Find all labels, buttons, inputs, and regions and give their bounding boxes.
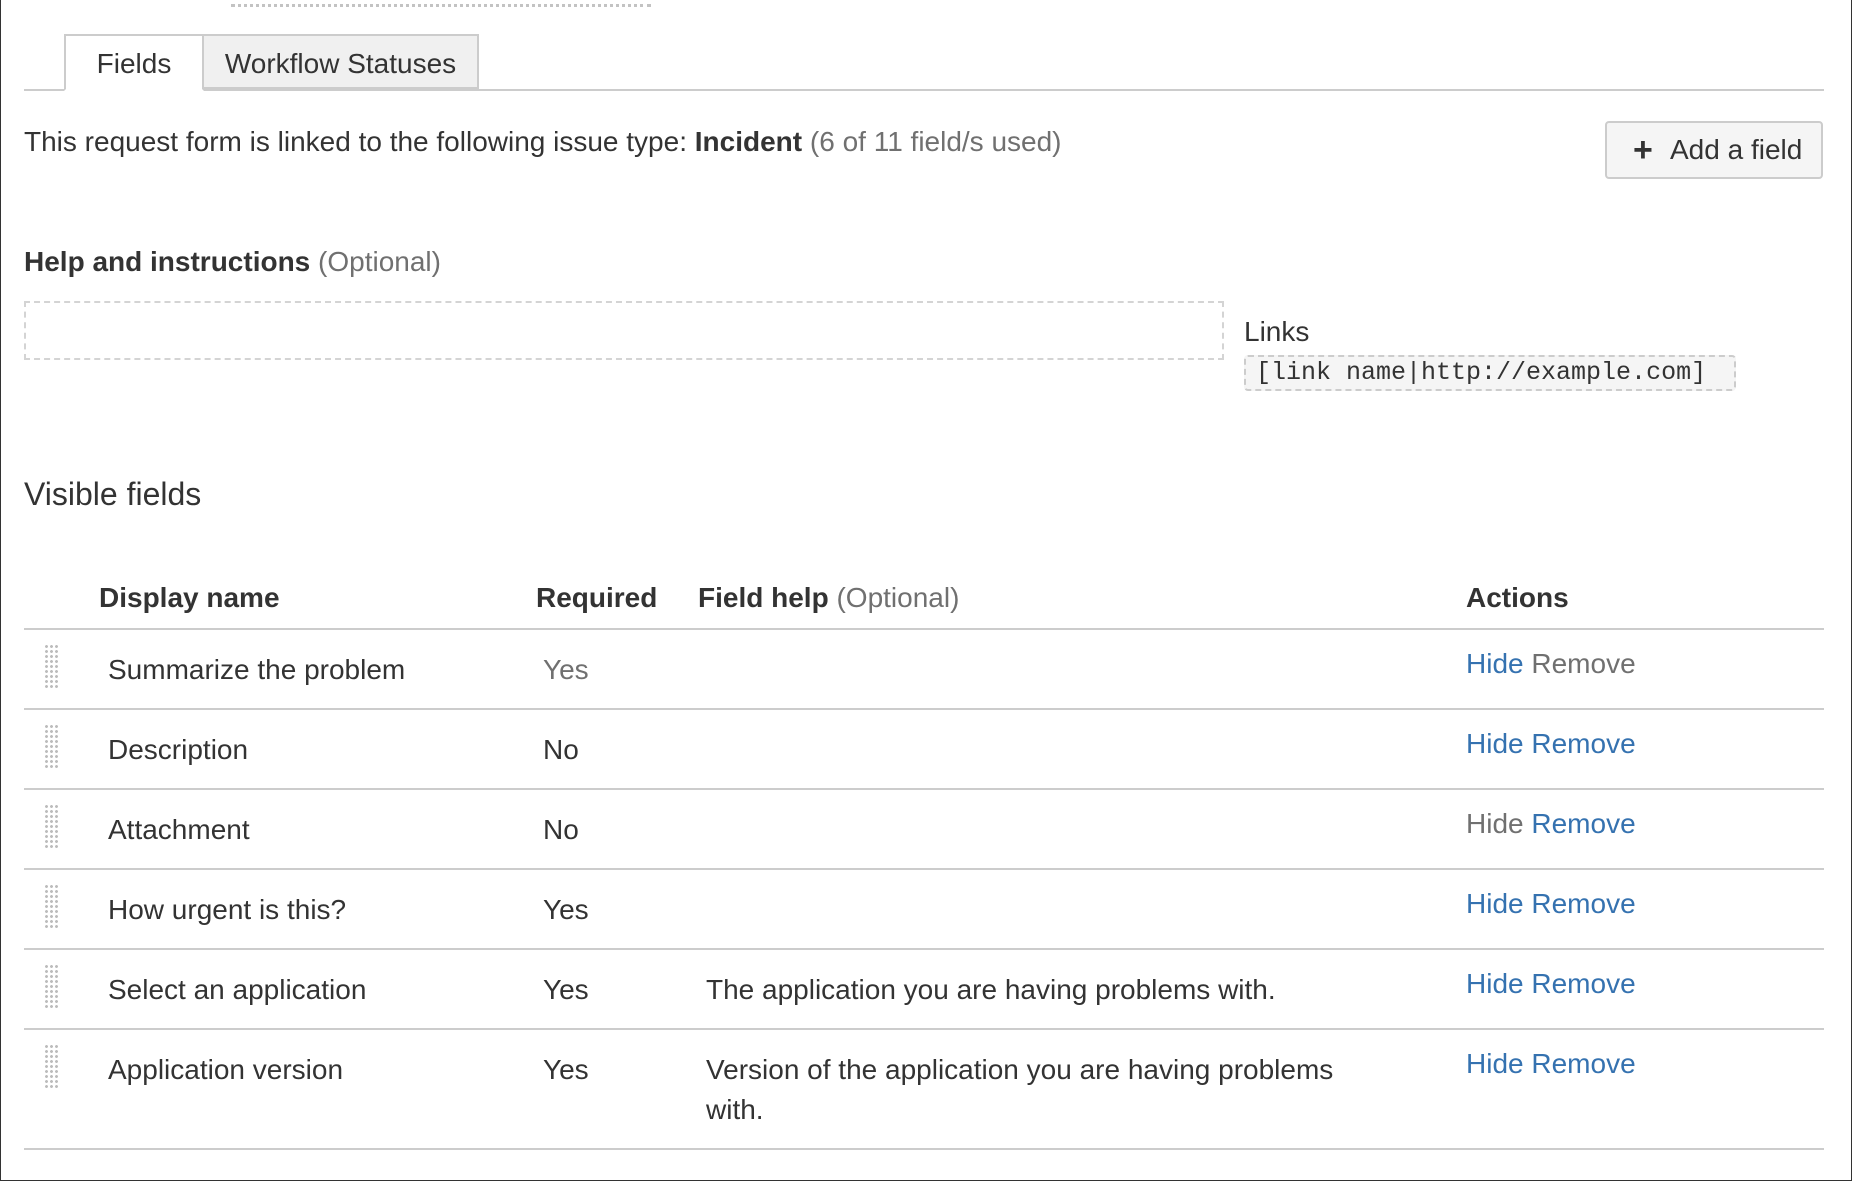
remove-link: Remove xyxy=(1531,648,1636,679)
hide-link[interactable]: Hide xyxy=(1466,648,1524,679)
remove-link[interactable]: Remove xyxy=(1531,888,1635,919)
issue-type-summary: This request form is linked to the follo… xyxy=(24,122,1062,162)
table-row: How urgent is this? Yes Hide Remove xyxy=(24,870,1824,950)
add-field-label: Add a field xyxy=(1670,134,1803,165)
intro-prefix: This request form is linked to the follo… xyxy=(24,126,695,157)
drag-handle-icon[interactable] xyxy=(44,804,58,850)
field-display-name: Attachment xyxy=(108,814,250,845)
col-display-name: Display name xyxy=(99,582,280,613)
field-help-text[interactable]: The application you are having problems … xyxy=(706,970,1366,1010)
hide-link[interactable]: Hide xyxy=(1466,728,1524,759)
field-display-name: Application version xyxy=(108,1054,344,1085)
row-actions: Hide Remove xyxy=(1466,884,1636,924)
field-display-name: How urgent is this? xyxy=(108,894,347,925)
links-title: Links xyxy=(1244,316,1310,347)
table-row: Attachment No Hide Remove xyxy=(24,790,1824,870)
field-display-name: Description xyxy=(108,734,249,765)
row-actions: Hide Remove xyxy=(1466,964,1636,1004)
hide-link: Hide xyxy=(1466,808,1524,839)
row-actions: Hide Remove xyxy=(1466,724,1636,764)
visible-fields-heading: Visible fields xyxy=(24,476,202,512)
drag-handle-icon[interactable] xyxy=(44,724,58,770)
table-row: Select an application Yes The applicatio… xyxy=(24,950,1824,1030)
drag-handle-icon[interactable] xyxy=(44,644,58,690)
request-form-editor: Fields Workflow Statuses This request fo… xyxy=(0,0,1852,1181)
help-label-text: Help and instructions xyxy=(24,246,311,277)
col-field-help-label: Field help xyxy=(698,582,829,613)
field-required[interactable]: Yes xyxy=(543,1050,589,1090)
remove-link[interactable]: Remove xyxy=(1531,808,1635,839)
remove-link[interactable]: Remove xyxy=(1531,1048,1635,1079)
field-required[interactable]: Yes xyxy=(543,890,589,930)
tab-bar: Fields Workflow Statuses xyxy=(24,34,1824,91)
field-usage-count: (6 of 11 field/s used) xyxy=(802,126,1062,157)
hide-link[interactable]: Hide xyxy=(1466,968,1524,999)
field-display-name: Summarize the problem xyxy=(108,654,406,685)
help-optional-hint: (Optional) xyxy=(310,246,441,277)
table-row: Application version Yes Version of the a… xyxy=(24,1030,1824,1150)
field-help-text[interactable]: Version of the application you are havin… xyxy=(706,1050,1366,1130)
row-actions: Hide Remove xyxy=(1466,1044,1636,1084)
issue-type-name: Incident xyxy=(694,126,803,157)
col-field-help-optional: (Optional) xyxy=(828,582,960,613)
plus-icon: + xyxy=(1633,131,1653,169)
table-header: Display name Required Field help (Option… xyxy=(24,570,1824,630)
add-field-button[interactable]: + Add a field xyxy=(1605,121,1823,179)
remove-link[interactable]: Remove xyxy=(1531,728,1635,759)
field-required[interactable]: Yes xyxy=(543,650,589,690)
table-row: Description No Hide Remove xyxy=(24,710,1824,790)
col-required: Required xyxy=(536,582,658,613)
drag-handle-icon[interactable] xyxy=(44,1044,58,1090)
hide-link[interactable]: Hide xyxy=(1466,1048,1524,1079)
table-row: Summarize the problem Yes Hide Remove xyxy=(24,630,1824,710)
visible-fields-table: Display name Required Field help (Option… xyxy=(24,570,1824,1150)
field-display-name: Select an application xyxy=(108,974,367,1005)
drag-handle-icon[interactable] xyxy=(44,884,58,930)
clipped-heading-fragment xyxy=(231,0,651,7)
hide-link[interactable]: Hide xyxy=(1466,888,1524,919)
help-instructions-label: Help and instructions (Optional) xyxy=(24,242,441,282)
tab-workflow-statuses[interactable]: Workflow Statuses xyxy=(202,34,479,89)
drag-handle-icon[interactable] xyxy=(44,964,58,1010)
row-actions: Hide Remove xyxy=(1466,644,1636,684)
remove-link[interactable]: Remove xyxy=(1531,968,1635,999)
help-instructions-input[interactable] xyxy=(24,301,1224,360)
row-actions: Hide Remove xyxy=(1466,804,1636,844)
col-field-help: Field help (Optional) xyxy=(698,578,959,618)
col-actions: Actions xyxy=(1466,582,1569,613)
tab-fields[interactable]: Fields xyxy=(64,34,204,91)
field-required[interactable]: Yes xyxy=(543,970,589,1010)
field-required[interactable]: No xyxy=(543,810,579,850)
link-syntax-example: [link name|http://example.com] xyxy=(1244,355,1736,391)
field-required[interactable]: No xyxy=(543,730,579,770)
